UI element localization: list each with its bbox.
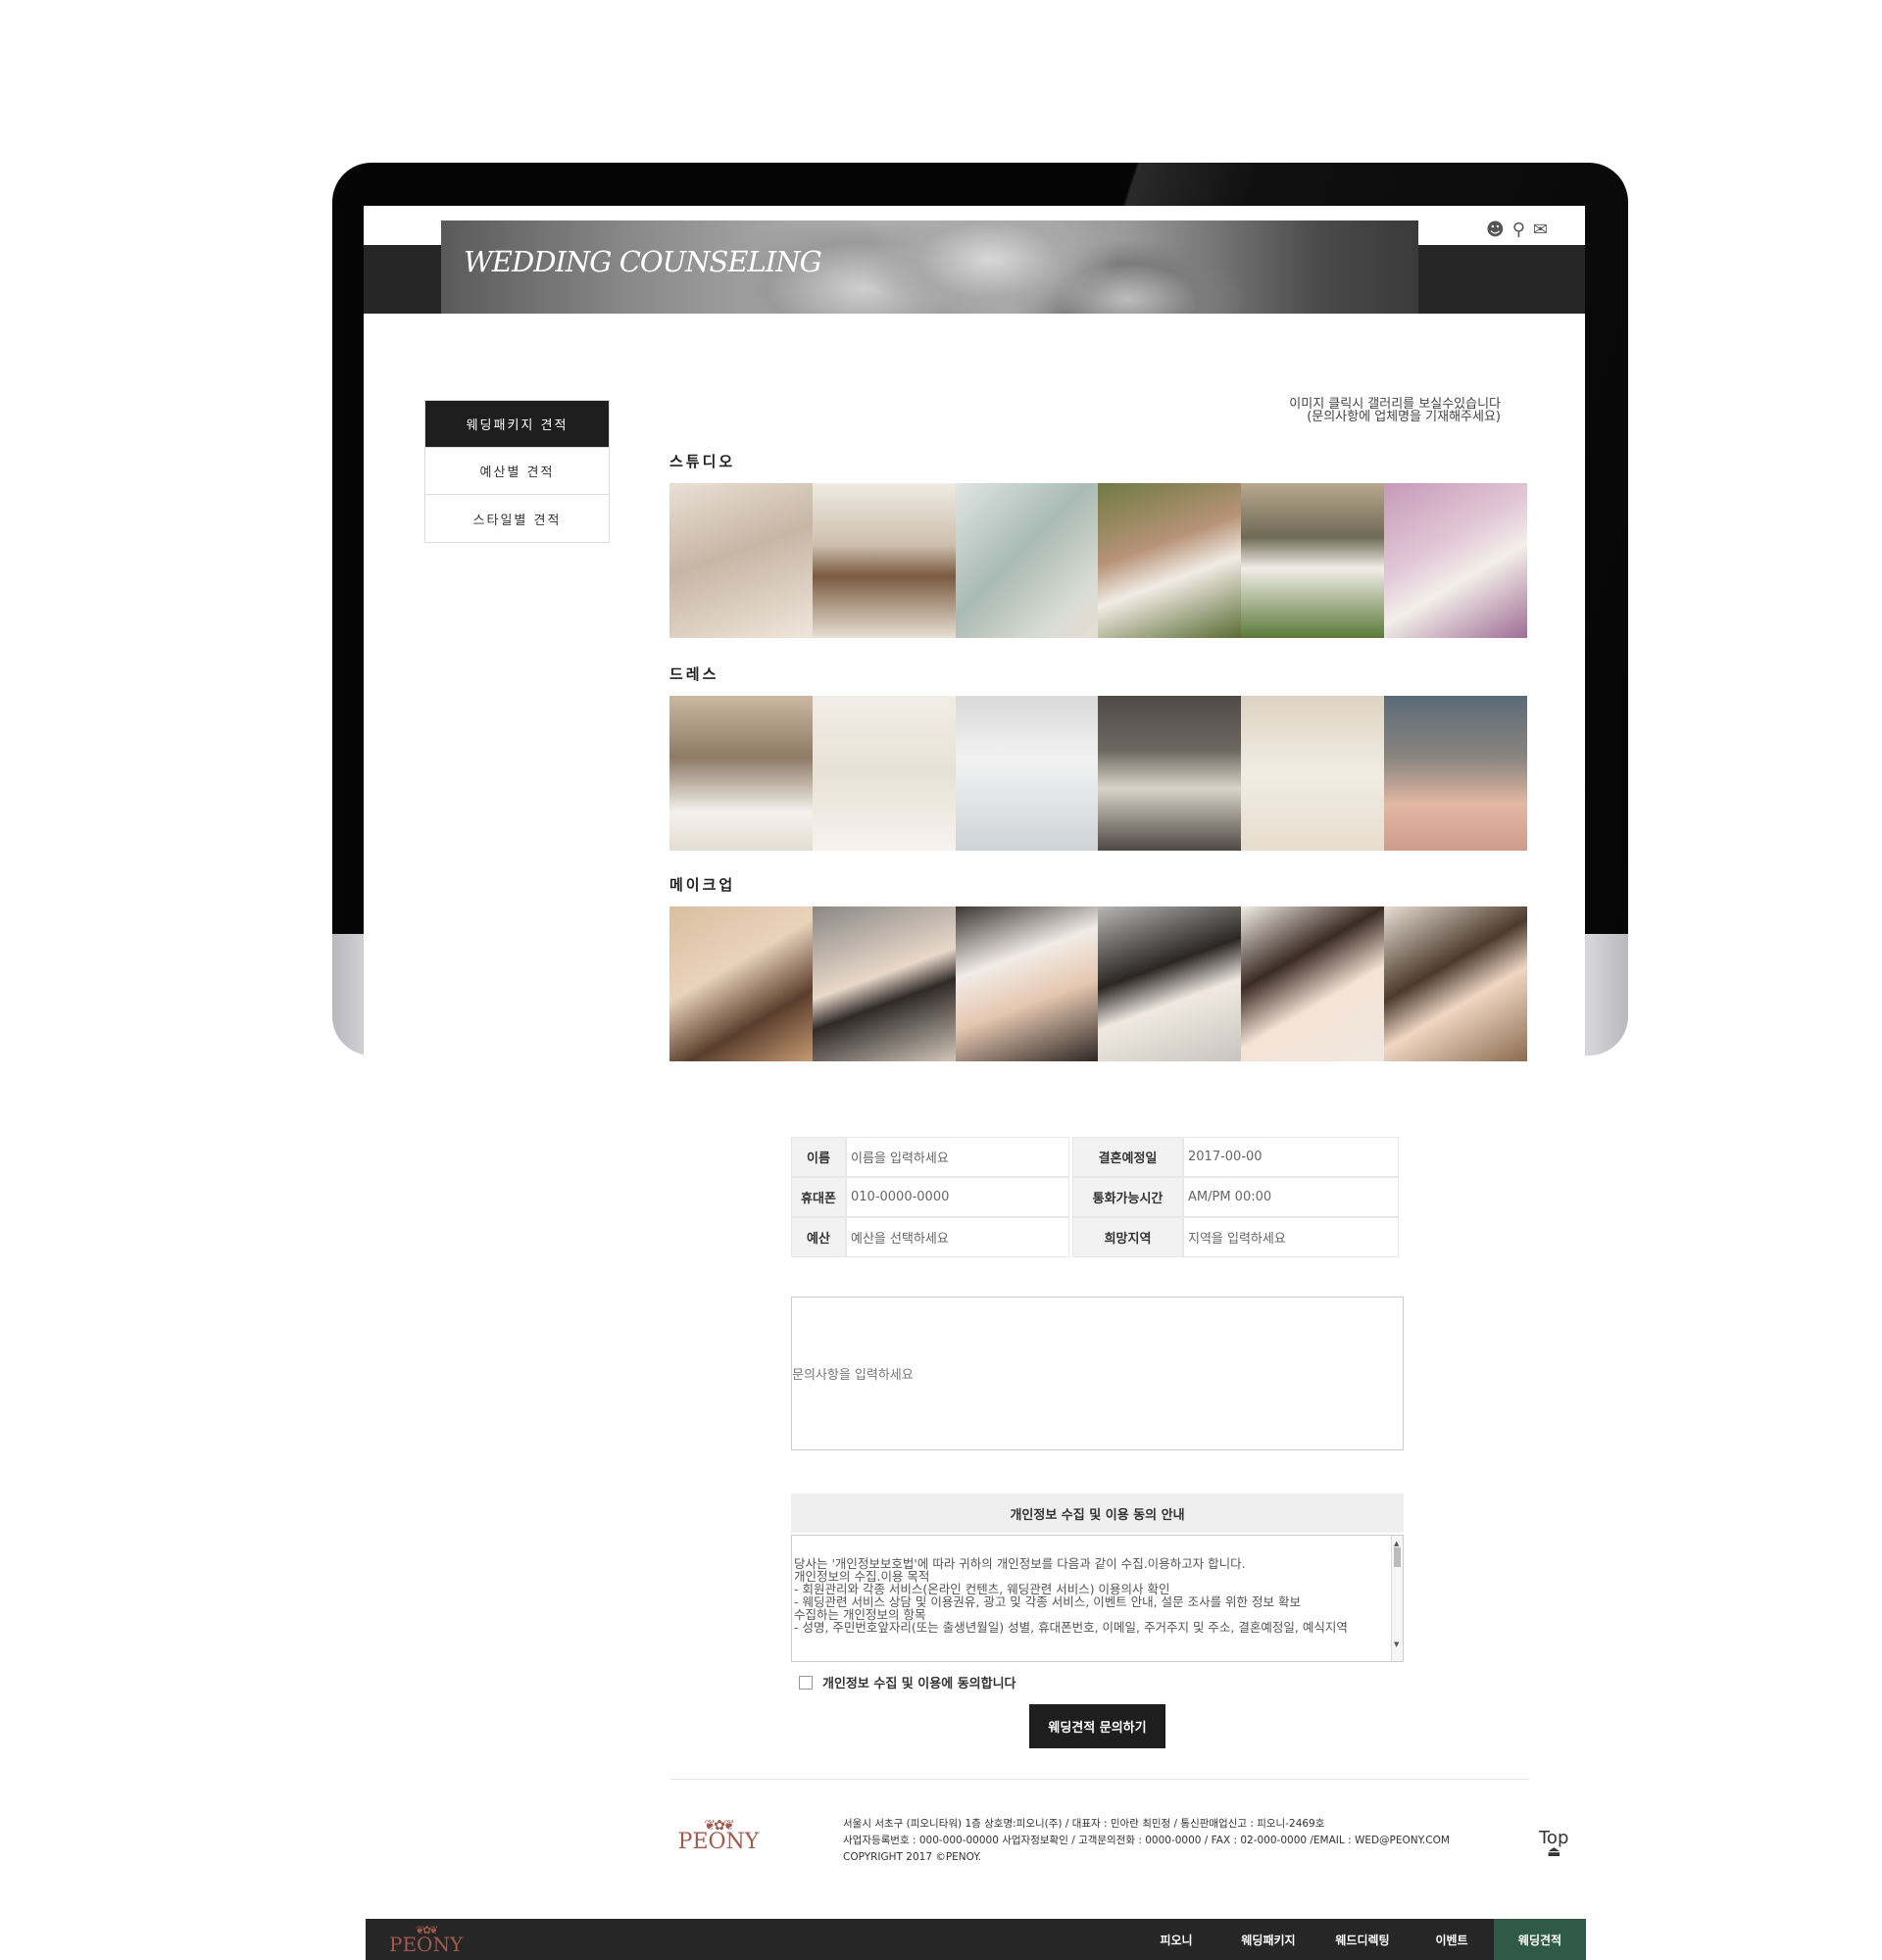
nav-item-package[interactable]: 웨딩패키지 xyxy=(1221,1919,1315,1960)
form-row: 휴대폰 010-0000-0000 통화가능시간 AM/PM 00:00 xyxy=(791,1177,1399,1217)
wedding-date-label: 결혼예정일 xyxy=(1072,1137,1183,1177)
region-input[interactable]: 지역을 입력하세요 xyxy=(1183,1217,1399,1257)
bottom-nav-logo[interactable]: ❦✿❦ PEONY xyxy=(389,1924,463,1956)
form-row: 이름 이름을 입력하세요 결혼예정일 2017-00-00 xyxy=(791,1137,1399,1177)
inquiry-placeholder: 문의사항을 입력하세요 xyxy=(792,1368,914,1383)
gallery-photo[interactable] xyxy=(955,696,1099,851)
gallery-photo[interactable] xyxy=(669,906,813,1061)
user-icon[interactable]: ☻ xyxy=(1486,220,1505,240)
scroll-down-icon[interactable]: ▼ xyxy=(1394,1639,1399,1651)
gallery-photo[interactable] xyxy=(669,483,813,638)
bottom-nav: ❦✿❦ PEONY 피오니 웨딩패키지 웨드디렉팅 이벤트 웨딩견적 xyxy=(366,1919,1586,1960)
section-title-studio: 스튜디오 xyxy=(669,453,736,470)
footer-info-line: 사업자등록번호 : 000-000-00000 사업자정보확인 / 고객문의전화… xyxy=(843,1835,1450,1846)
section-title-makeup: 메이크업 xyxy=(669,876,736,894)
mail-icon[interactable]: ✉ xyxy=(1533,220,1548,240)
gallery-photo[interactable] xyxy=(669,696,813,851)
side-menu-item-budget[interactable]: 예산별 견적 xyxy=(425,448,609,495)
gallery-studio xyxy=(669,483,1527,638)
header-icons: ☻ ⚲ ✉ xyxy=(1486,220,1548,240)
form-row: 예산 예산을 선택하세요 희망지역 지역을 입력하세요 xyxy=(791,1217,1399,1257)
gallery-makeup xyxy=(669,906,1527,1061)
nav-item-event[interactable]: 이벤트 xyxy=(1410,1919,1494,1960)
bottom-nav-logo-text: PEONY xyxy=(389,1933,464,1956)
gallery-photo[interactable] xyxy=(812,906,956,1061)
gallery-notice-line2: (문의사항에 업체명을 기재해주세요) xyxy=(1307,410,1501,424)
wedding-date-input[interactable]: 2017-00-00 xyxy=(1183,1137,1399,1177)
top-button[interactable]: Top ⏏ xyxy=(1539,1828,1568,1860)
section-title-dress: 드레스 xyxy=(669,665,719,683)
phone-input[interactable]: 010-0000-0000 xyxy=(846,1177,1069,1217)
gallery-photo[interactable] xyxy=(1098,483,1242,638)
footer-info: 서울시 서초구 (피오니타워) 1층 상호명:피오니(주) / 대표자 : 민아… xyxy=(843,1816,1450,1866)
nav-item-estimate[interactable]: 웨딩견적 xyxy=(1494,1919,1586,1960)
privacy-agree[interactable]: 개인정보 수집 및 이용에 동의합니다 xyxy=(799,1673,1016,1691)
gallery-photo[interactable] xyxy=(955,906,1099,1061)
footer-logo[interactable]: ❦✿❦ PEONY xyxy=(674,1818,763,1854)
name-input[interactable]: 이름을 입력하세요 xyxy=(846,1137,1069,1177)
gallery-photo[interactable] xyxy=(1383,483,1527,638)
footer-divider xyxy=(670,1779,1529,1780)
gallery-photo[interactable] xyxy=(812,483,956,638)
gallery-photo[interactable] xyxy=(812,696,956,851)
budget-label: 예산 xyxy=(791,1217,846,1257)
privacy-text-line: - 성명, 주민번호앞자리(또는 출생년월일) 성별, 휴대폰번호, 이메일, … xyxy=(794,1620,1348,1635)
gallery-photo[interactable] xyxy=(1383,906,1527,1061)
page-title: WEDDING COUNSELING xyxy=(464,245,822,278)
call-time-label: 통화가능시간 xyxy=(1072,1177,1183,1217)
gallery-photo[interactable] xyxy=(1241,906,1384,1061)
footer-info-line: COPYRIGHT 2017 ©PENOY. xyxy=(843,1851,981,1863)
privacy-title: 개인정보 수집 및 이용 동의 안내 xyxy=(791,1494,1404,1533)
privacy-text-box[interactable]: 당사는 '개인정보보호법'에 따라 귀하의 개인정보를 다음과 같이 수집.이용… xyxy=(791,1535,1404,1662)
region-label: 희망지역 xyxy=(1072,1217,1183,1257)
name-label: 이름 xyxy=(791,1137,846,1177)
gallery-dress xyxy=(669,696,1527,851)
side-menu-item-package[interactable]: 웨딩패키지 견적 xyxy=(425,401,609,448)
phone-label: 휴대폰 xyxy=(791,1177,846,1217)
laptop-screen: WEDDING COUNSELING ☻ ⚲ ✉ 웨딩패키지 견적 예산별 견적… xyxy=(364,206,1585,1068)
inquiry-form: 이름 이름을 입력하세요 결혼예정일 2017-00-00 휴대폰 010-00… xyxy=(791,1137,1399,1257)
footer-logo-text: PEONY xyxy=(677,1830,760,1854)
side-menu-item-style[interactable]: 스타일별 견적 xyxy=(425,495,609,542)
side-menu: 웨딩패키지 견적 예산별 견적 스타일별 견적 xyxy=(424,400,610,543)
privacy-scrollbar[interactable]: ▲ ▼ xyxy=(1391,1536,1403,1661)
gallery-photo[interactable] xyxy=(1098,906,1242,1061)
footer-info-line: 서울시 서초구 (피오니타워) 1층 상호명:피오니(주) / 대표자 : 민아… xyxy=(843,1818,1325,1830)
inquiry-textarea[interactable]: 문의사항을 입력하세요 xyxy=(791,1297,1404,1450)
gallery-notice: 이미지 클릭시 갤러리를 보실수있습니다 (문의사항에 업체명을 기재해주세요) xyxy=(1289,398,1501,423)
gallery-photo[interactable] xyxy=(1241,696,1384,851)
nav-item-peony[interactable]: 피오니 xyxy=(1131,1919,1221,1960)
gallery-photo[interactable] xyxy=(955,483,1099,638)
submit-inquiry-button[interactable]: 웨딩견적 문의하기 xyxy=(1029,1704,1165,1748)
budget-select[interactable]: 예산을 선택하세요 xyxy=(846,1217,1069,1257)
key-icon[interactable]: ⚲ xyxy=(1512,220,1525,240)
privacy-agree-label: 개인정보 수집 및 이용에 동의합니다 xyxy=(822,1677,1016,1691)
gallery-photo[interactable] xyxy=(1241,483,1384,638)
gallery-photo[interactable] xyxy=(1098,696,1242,851)
nav-item-directing[interactable]: 웨드디렉팅 xyxy=(1315,1919,1410,1960)
bottom-nav-items: 피오니 웨딩패키지 웨드디렉팅 이벤트 웨딩견적 xyxy=(1131,1919,1586,1960)
gallery-photo[interactable] xyxy=(1383,696,1527,851)
privacy-agree-checkbox[interactable] xyxy=(799,1675,813,1690)
call-time-input[interactable]: AM/PM 00:00 xyxy=(1183,1177,1399,1217)
scroll-thumb[interactable] xyxy=(1394,1547,1401,1567)
